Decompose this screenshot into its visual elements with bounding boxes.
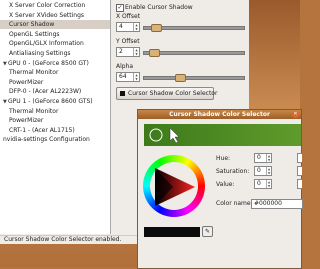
hue-value: 0 xyxy=(257,154,261,161)
tree-item-label: Cursor Shadow xyxy=(9,21,55,29)
tree-item-label: X Server XVideo Settings xyxy=(9,11,85,19)
color-name-label: Color name: xyxy=(216,200,253,207)
alpha-label: Alpha xyxy=(116,63,134,70)
tree-item[interactable]: PowerMizer xyxy=(0,116,110,125)
y-offset-value: 2 xyxy=(119,48,123,55)
dialog-title: Cursor Shadow Color Selector xyxy=(138,110,301,119)
tree-item-label: PowerMizer xyxy=(9,117,44,125)
cursor-preview-icon xyxy=(149,127,180,144)
saturation-value: 0 xyxy=(257,167,261,174)
tree-item-label: nvidia-settings Configuration xyxy=(3,136,90,144)
y-offset-spin[interactable]: 2 ▲ ▼ xyxy=(116,47,140,57)
tree-item[interactable]: X Server XVideo Settings xyxy=(0,11,110,20)
cursor-shadow-color-button[interactable]: Cursor Shadow Color Selector xyxy=(116,87,218,100)
tree-item-label: OpenGL Settings xyxy=(9,30,60,38)
y-offset-slider-handle[interactable] xyxy=(149,49,160,57)
color-preview-area xyxy=(144,124,301,146)
blue-spin[interactable] xyxy=(297,179,302,189)
x-offset-arrows[interactable]: ▲ ▼ xyxy=(133,23,139,31)
y-offset-label: Y Offset xyxy=(116,38,140,45)
alpha-slider[interactable] xyxy=(143,76,245,80)
color-name-input[interactable]: #000000 xyxy=(251,199,303,209)
tree-item[interactable]: nvidia-settings Configuration xyxy=(0,135,110,144)
value-value: 0 xyxy=(257,180,261,187)
cursor-shadow-color-button-label: Cursor Shadow Color Selector xyxy=(128,90,218,97)
tree-item[interactable]: Cursor Shadow xyxy=(0,20,110,30)
y-offset-arrows[interactable]: ▲ ▼ xyxy=(133,48,139,56)
tree-item-label: X Server Color Correction xyxy=(9,2,86,9)
current-color-swatch xyxy=(144,227,200,237)
tree-item[interactable]: Thermal Monitor xyxy=(0,107,110,116)
x-offset-value: 4 xyxy=(119,23,123,30)
tree-item[interactable]: PowerMizer xyxy=(0,78,110,87)
value-label: Value: xyxy=(216,181,235,188)
color-name-value: #000000 xyxy=(254,200,282,207)
x-offset-spin[interactable]: 4 ▲ ▼ xyxy=(116,22,140,32)
color-selector-dialog: Cursor Shadow Color Selector ✕ Hue: 0 ▲ ▼… xyxy=(137,109,303,269)
tree-item-label: CRT-1 - (Acer AL1715) xyxy=(9,126,75,134)
alpha-value: 64 xyxy=(119,73,127,80)
value-spin[interactable]: 0 ▲ ▼ xyxy=(254,179,272,189)
tree-item[interactable]: OpenGL/GLX Information xyxy=(0,39,110,48)
tree-item-label: PowerMizer xyxy=(9,78,44,86)
tree-item[interactable]: ▼GPU 0 - (GeForce 8500 GT) xyxy=(0,59,110,68)
tree-item-label: DFP-0 - (Acer AL2223W) xyxy=(9,88,82,96)
tree-item[interactable]: Antialiasing Settings xyxy=(0,49,110,58)
hue-spin[interactable]: 0 ▲ ▼ xyxy=(254,153,272,163)
tree-item[interactable]: CRT-1 - (Acer AL1715) xyxy=(0,126,110,135)
alpha-slider-handle[interactable] xyxy=(175,74,186,82)
tree-item[interactable]: X Server Color Correction xyxy=(0,1,110,10)
hue-label: Hue: xyxy=(216,155,231,162)
saturation-spin[interactable]: 0 ▲ ▼ xyxy=(254,166,272,176)
eyedropper-icon[interactable]: ✎ xyxy=(202,226,213,237)
tree-item-label: GPU 0 - (GeForce 8500 GT) xyxy=(8,59,89,67)
saturation-label: Saturation: xyxy=(216,168,250,175)
color-swatch-icon xyxy=(120,91,125,96)
x-offset-label: X Offset xyxy=(116,13,141,20)
tree-item[interactable]: DFP-0 - (Acer AL2223W) xyxy=(0,87,110,96)
tree-item-label: Thermal Monitor xyxy=(9,69,59,77)
close-icon[interactable]: ✕ xyxy=(292,111,299,118)
settings-tree[interactable]: X Server Color Correction X Server XVideo… xyxy=(0,0,111,234)
tree-item[interactable]: ▼GPU 1 - (GeForce 8600 GTS) xyxy=(0,97,110,106)
green-spin[interactable] xyxy=(297,166,302,176)
tree-item-label: Antialiasing Settings xyxy=(9,50,71,57)
tree-item[interactable]: Thermal Monitor xyxy=(0,68,110,77)
saturation-value-triangle[interactable] xyxy=(151,164,197,210)
alpha-arrows[interactable]: ▲ ▼ xyxy=(133,73,139,81)
red-spin[interactable] xyxy=(297,153,302,163)
x-offset-slider-handle[interactable] xyxy=(151,24,162,32)
tree-item[interactable]: OpenGL Settings xyxy=(0,30,110,39)
alpha-spin[interactable]: 64 ▲ ▼ xyxy=(116,72,140,82)
tree-item-label: Thermal Monitor xyxy=(9,107,59,115)
tree-item-label: GPU 1 - (GeForce 8600 GTS) xyxy=(8,98,93,105)
enable-cursor-shadow-label: Enable Cursor Shadow xyxy=(125,4,193,11)
enable-cursor-shadow-checkbox[interactable]: ✓ xyxy=(116,4,124,12)
tree-item-label: OpenGL/GLX Information xyxy=(9,40,84,48)
